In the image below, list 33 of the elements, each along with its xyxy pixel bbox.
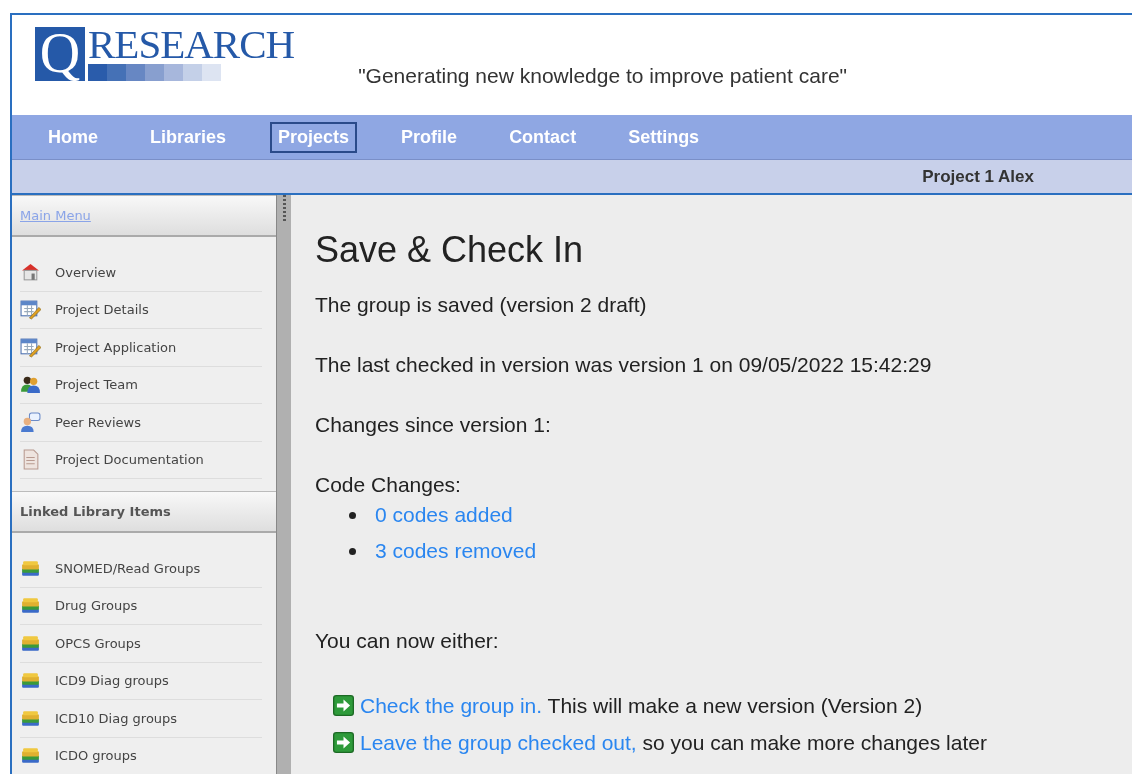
section-label: Code Changes: <box>315 473 462 497</box>
sidebar-item[interactable]: Project Details <box>20 291 262 329</box>
house-icon <box>20 261 41 283</box>
logo-letter: Q <box>35 27 85 81</box>
person-speech-icon <box>20 411 41 433</box>
tagline: "Generating new knowledge to improve patient care" <box>358 64 847 88</box>
sidebar-item[interactable]: ICDO groups <box>20 737 262 774</box>
sidebar-item[interactable]: ICD9 Diag groups <box>20 662 262 700</box>
sidebar-item[interactable]: Project Team <box>20 366 262 404</box>
people-icon <box>20 374 41 396</box>
splitter-handle[interactable] <box>276 195 291 774</box>
form-pencil-icon <box>20 299 41 321</box>
sidebar-item[interactable]: Project Documentation <box>20 441 262 479</box>
sidebar-item[interactable]: SNOMED/Read Groups <box>20 550 262 588</box>
sidebar-item[interactable]: ICD10 Diag groups <box>20 700 262 738</box>
bullet-icon <box>349 511 356 519</box>
bullet-icon <box>349 547 356 555</box>
project-name: Project 1 Alex <box>922 166 1034 187</box>
form-pencil-icon <box>20 336 41 358</box>
info-text: Changes since version 1: <box>315 413 552 437</box>
action-text: Check the group in. This will make a new version (Version 2) <box>360 693 923 718</box>
info-text: You can now either: <box>315 629 500 653</box>
logo-wordmark: RESEARCH <box>88 27 295 61</box>
sidebar-item[interactable]: OPCS Groups <box>20 625 262 663</box>
section-title: Linked Library Items <box>20 504 171 519</box>
info-text: The last checked in version was version 1 on 09/05/2022 15:42:29 <box>315 353 933 377</box>
sidebar-item[interactable]: Project Application <box>20 329 262 367</box>
info-text: The group is saved (version 2 draft) <box>315 293 648 317</box>
sidebar-item[interactable]: Drug Groups <box>20 587 262 625</box>
action-text: Leave the group checked out, so you can make more changes later <box>360 730 987 755</box>
sidebar-item[interactable]: Peer Reviews <box>20 404 262 442</box>
sidebar-item[interactable]: Overview <box>20 254 262 292</box>
page-title: Save & Check In <box>315 229 585 271</box>
